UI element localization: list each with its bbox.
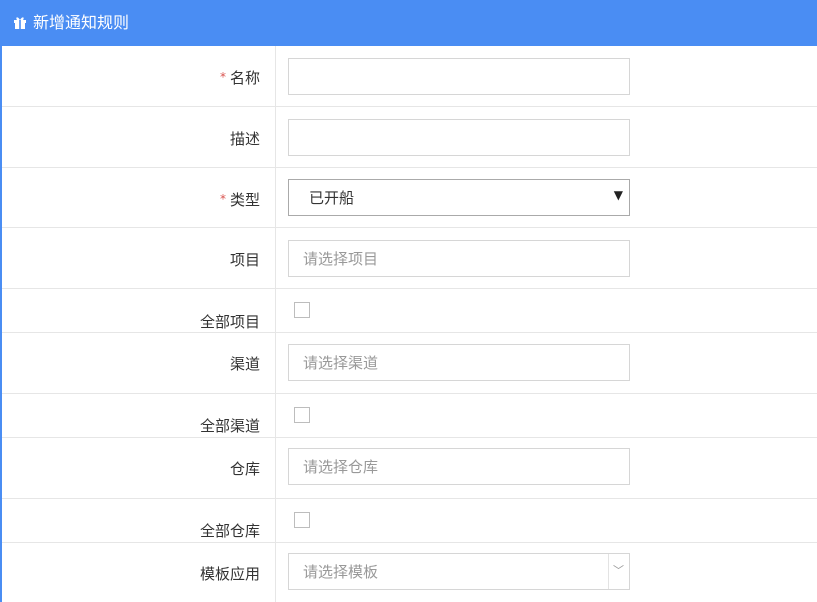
form-row-template: 模板应用 请选择模板 ﹀ <box>2 543 817 602</box>
required-mark: * <box>219 192 226 206</box>
form-row-all-channels: 全部渠道 <box>2 394 817 438</box>
panel-header: 新增通知规则 <box>0 0 817 46</box>
channel-input[interactable]: 请选择渠道 <box>288 344 630 381</box>
all-channels-checkbox[interactable] <box>294 407 310 423</box>
all-warehouses-checkbox[interactable] <box>294 512 310 528</box>
all-warehouses-label: 全部仓库 <box>199 522 260 540</box>
type-selected-value: 已开船 <box>309 189 355 207</box>
template-placeholder: 请选择模板 <box>303 563 379 581</box>
channel-label: 渠道 <box>229 355 260 373</box>
all-projects-checkbox[interactable] <box>294 302 310 318</box>
form-row-project: 项目 请选择项目 <box>2 228 817 289</box>
notification-rule-panel: 新增通知规则 * 名称 描述 * 类型 已开船 ▼ 项目 请选择项目 全部项目 … <box>0 0 817 602</box>
warehouse-placeholder: 请选择仓库 <box>303 458 379 476</box>
project-placeholder: 请选择项目 <box>303 250 379 268</box>
template-select[interactable]: 请选择模板 ﹀ <box>288 553 630 590</box>
form-row-warehouse: 仓库 请选择仓库 <box>2 438 817 499</box>
rule-form: * 名称 描述 * 类型 已开船 ▼ 项目 请选择项目 全部项目 渠道 请选择渠… <box>0 46 817 602</box>
form-row-all-warehouses: 全部仓库 <box>2 499 817 543</box>
form-row-channel: 渠道 请选择渠道 <box>2 333 817 394</box>
project-input[interactable]: 请选择项目 <box>288 240 630 277</box>
form-row-all-projects: 全部项目 <box>2 289 817 333</box>
required-mark: * <box>219 70 226 84</box>
name-label: * 名称 <box>219 69 260 87</box>
description-input[interactable] <box>288 119 630 156</box>
panel-title: 新增通知规则 <box>33 13 130 32</box>
form-row-type: * 类型 已开船 ▼ <box>2 168 817 228</box>
template-label: 模板应用 <box>199 565 260 583</box>
description-label: 描述 <box>229 130 260 148</box>
name-input[interactable] <box>288 58 630 95</box>
type-label: * 类型 <box>219 191 260 209</box>
channel-placeholder: 请选择渠道 <box>303 354 379 372</box>
warehouse-label: 仓库 <box>229 460 260 478</box>
project-label: 项目 <box>229 251 260 269</box>
all-channels-label: 全部渠道 <box>199 417 260 435</box>
all-projects-label: 全部项目 <box>199 313 260 331</box>
chevron-down-icon: ﹀ <box>613 564 624 577</box>
type-select[interactable]: 已开船 ▼ <box>288 179 630 216</box>
form-row-name: * 名称 <box>2 46 817 107</box>
gift-icon <box>14 17 26 29</box>
form-row-description: 描述 <box>2 107 817 168</box>
dropdown-arrow-icon: ▼ <box>613 188 623 202</box>
warehouse-input[interactable]: 请选择仓库 <box>288 448 630 485</box>
